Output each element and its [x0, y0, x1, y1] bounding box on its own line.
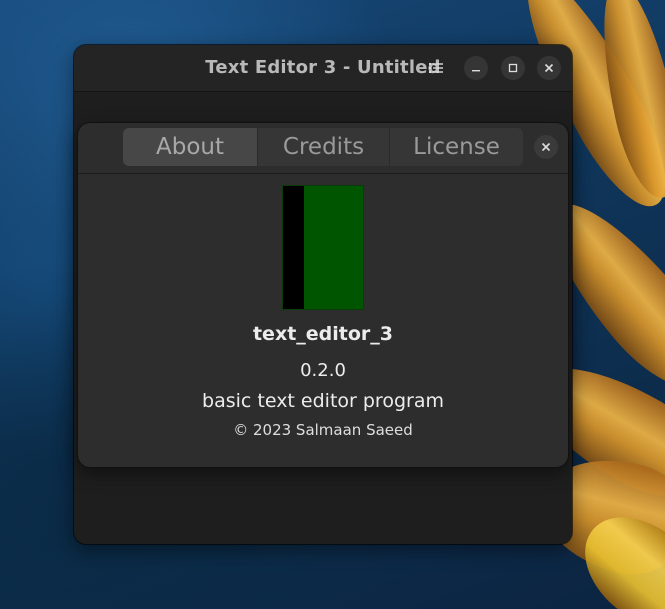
app-version: 0.2.0 — [300, 360, 346, 381]
minimize-icon — [472, 70, 480, 72]
close-icon — [544, 63, 554, 73]
about-tabs: About Credits License — [123, 128, 523, 166]
window-close-button[interactable] — [537, 56, 561, 80]
window-titlebar[interactable]: Text Editor 3 - Untitled — [74, 45, 572, 92]
tab-about[interactable]: About — [123, 128, 258, 166]
app-logo-bar — [283, 186, 304, 309]
about-dialog-header: About Credits License — [78, 123, 568, 174]
minimize-button[interactable] — [464, 56, 488, 80]
about-close-button[interactable] — [534, 135, 558, 159]
close-icon — [541, 142, 551, 152]
maximize-button[interactable] — [501, 56, 525, 80]
tab-credits[interactable]: Credits — [258, 128, 390, 166]
tab-license[interactable]: License — [390, 128, 523, 166]
main-menu-button[interactable] — [424, 56, 448, 80]
window-title: Text Editor 3 - Untitled — [205, 57, 441, 78]
app-description: basic text editor program — [202, 390, 444, 412]
app-logo — [282, 185, 364, 310]
app-copyright: © 2023 Salmaan Saeed — [233, 421, 413, 439]
app-name: text_editor_3 — [252, 323, 394, 345]
list-icon — [429, 63, 443, 73]
about-dialog: About Credits License text_editor_3 0.2.… — [78, 123, 568, 467]
maximize-icon — [508, 63, 518, 73]
